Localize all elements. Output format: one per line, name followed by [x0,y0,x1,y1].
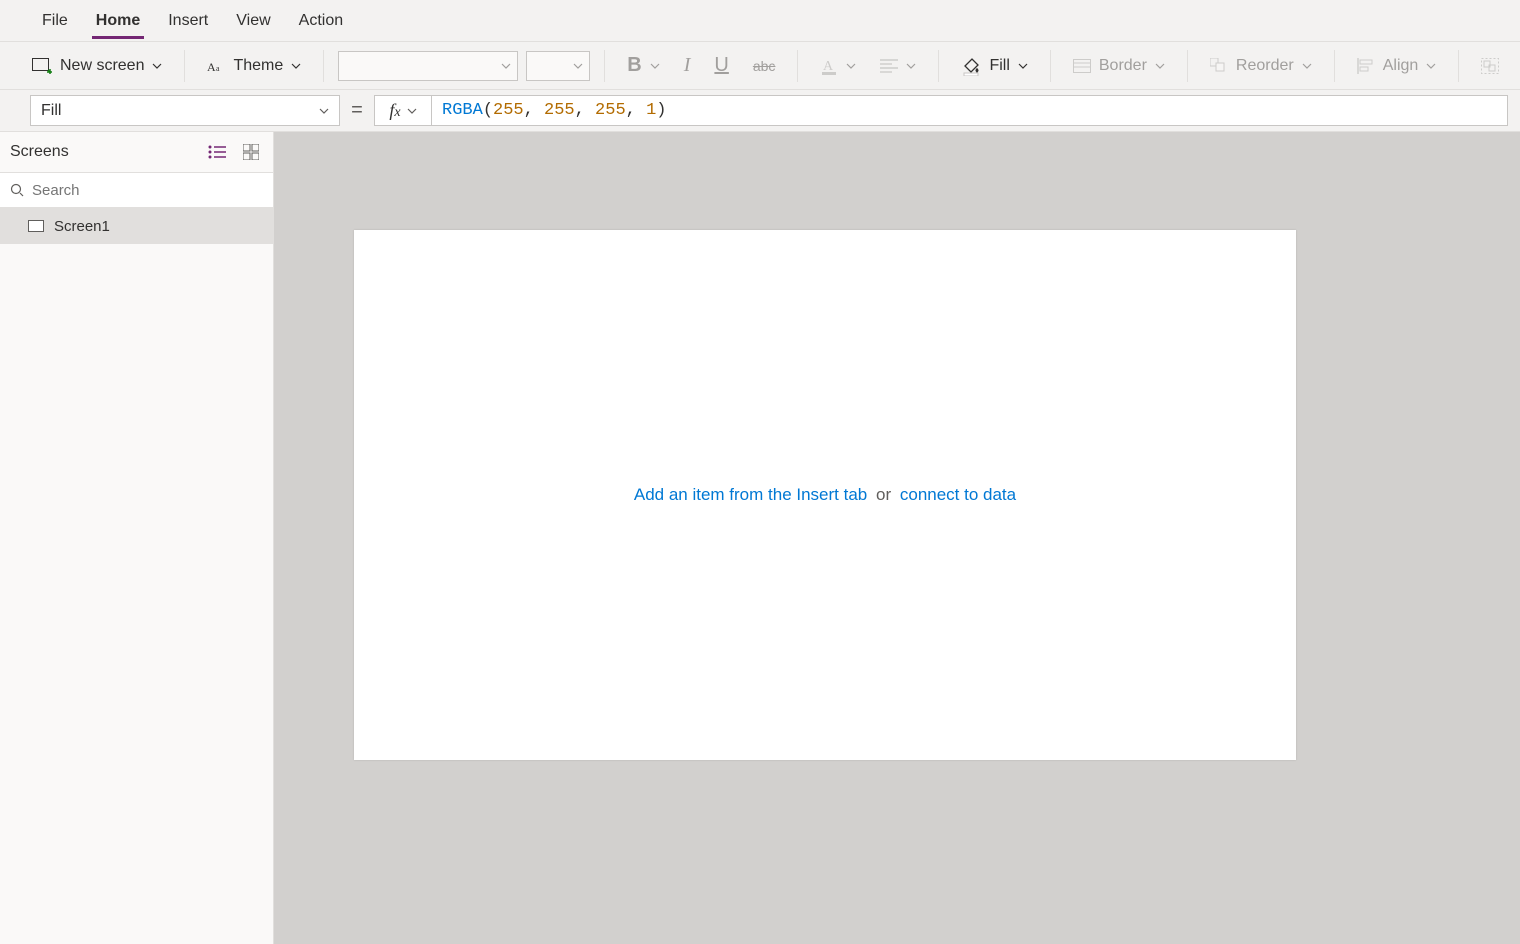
separator [323,50,324,82]
chevron-down-icon [1426,61,1436,71]
bold-icon: B [627,54,641,77]
strikethrough-button[interactable]: abc [745,49,784,83]
group-icon [1481,58,1499,74]
underline-button[interactable]: U [706,49,736,83]
separator [1050,50,1051,82]
chevron-down-icon [291,61,301,71]
text-align-icon [880,59,898,73]
separator [797,50,798,82]
hint-connect-link[interactable]: connect to data [900,485,1016,504]
ribbon: New screen A a Theme B [0,42,1520,90]
italic-icon: I [684,54,691,77]
tree-item-screen1[interactable]: Screen1 [0,208,273,244]
chevron-down-icon [407,106,417,116]
tree-search-input[interactable] [32,182,263,199]
reorder-icon [1210,58,1228,74]
font-size-dropdown[interactable] [526,51,590,81]
formula-token-arg1: 255 [544,101,575,120]
menu-insert[interactable]: Insert [154,4,222,38]
property-selector-value: Fill [41,102,61,120]
canvas-area: Add an item from the Insert tab or conne… [274,132,1520,944]
formula-token-arg2: 255 [595,101,626,120]
bold-button[interactable]: B [619,49,667,83]
chevron-down-icon [1155,61,1165,71]
tree-thumbnail-view-icon[interactable] [237,138,265,166]
align-button[interactable]: Align [1349,49,1445,83]
strikethrough-icon: abc [753,58,776,74]
chevron-down-icon [846,61,856,71]
chevron-down-icon [1302,61,1312,71]
separator [1334,50,1335,82]
tree-view-pane: Screens [0,132,274,944]
font-color-icon: A [820,57,838,75]
chevron-down-icon [650,61,660,71]
separator [938,50,939,82]
new-screen-button[interactable]: New screen [24,49,170,83]
border-button[interactable]: Border [1065,49,1173,83]
chevron-down-icon [573,61,583,71]
border-label: Border [1099,57,1147,75]
main-content: Screens [0,132,1520,944]
underline-icon: U [714,54,728,77]
formula-token-fn: RGBA [442,101,483,120]
formula-token-arg3: 1 [646,101,656,120]
font-family-dropdown[interactable] [338,51,518,81]
menu-view[interactable]: View [222,4,284,38]
formula-bar: Fill = fx RGBA(255, 255, 255, 1) [0,90,1520,132]
svg-text:a: a [216,64,220,73]
equals-sign: = [340,90,374,131]
menu-bar: File Home Insert View Action [0,0,1520,42]
menu-home[interactable]: Home [82,4,154,38]
group-button[interactable] [1473,49,1507,83]
menu-file[interactable]: File [28,4,82,38]
new-screen-icon [32,58,52,74]
svg-text:A: A [823,59,834,74]
svg-text:A: A [207,60,216,74]
fx-icon: fx [389,100,400,121]
paint-bucket-icon [961,56,981,76]
formula-token-arg0: 255 [493,101,524,120]
text-align-button[interactable] [872,49,924,83]
chevron-down-icon [319,106,329,116]
tree-item-label: Screen1 [54,218,110,235]
fx-button[interactable]: fx [374,95,432,126]
tree-list-view-icon[interactable] [203,138,231,166]
search-icon [10,183,24,197]
reorder-label: Reorder [1236,57,1294,75]
hint-or: or [876,485,891,504]
theme-label: Theme [233,57,283,75]
align-label: Align [1383,57,1419,75]
border-icon [1073,59,1091,73]
tree-search[interactable] [0,172,273,208]
hint-insert-link[interactable]: Add an item from the Insert tab [634,485,867,504]
fill-button[interactable]: Fill [953,49,1035,83]
chevron-down-icon [152,61,162,71]
reorder-button[interactable]: Reorder [1202,49,1320,83]
separator [1458,50,1459,82]
menu-action[interactable]: Action [285,4,357,38]
separator [604,50,605,82]
tree-view-title: Screens [10,143,69,161]
separator [184,50,185,82]
fill-label: Fill [989,57,1009,75]
theme-button[interactable]: A a Theme [199,49,309,83]
font-color-button[interactable]: A [812,49,864,83]
chevron-down-icon [501,61,511,71]
italic-button[interactable]: I [676,49,699,83]
separator [1187,50,1188,82]
chevron-down-icon [1018,61,1028,71]
canvas[interactable]: Add an item from the Insert tab or conne… [354,230,1296,760]
tree-list: Screen1 [0,208,273,944]
new-screen-label: New screen [60,57,144,75]
align-icon [1357,58,1375,74]
canvas-hint: Add an item from the Insert tab or conne… [634,485,1016,505]
screen-icon [28,220,44,232]
property-selector[interactable]: Fill [30,95,340,126]
formula-input[interactable]: RGBA(255, 255, 255, 1) [432,95,1508,126]
theme-icon: A a [207,58,225,74]
tree-view-header: Screens [0,132,273,172]
chevron-down-icon [906,61,916,71]
